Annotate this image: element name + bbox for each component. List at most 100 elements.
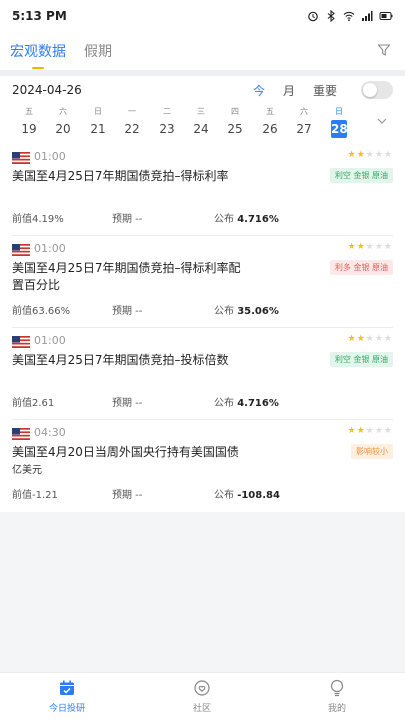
us-flag-icon (12, 244, 30, 256)
day-of-week: 二 (163, 107, 171, 116)
star-icon: ★★ (347, 242, 366, 252)
actual-value: 公布 4.716% (214, 210, 279, 225)
expected-value: 预期 -- (112, 214, 143, 225)
event-title-text: 美国至4月20日当周外国央行持有美国国债 (12, 445, 239, 459)
view-today[interactable]: 今 (253, 82, 265, 99)
day-of-week: 四 (231, 107, 239, 116)
calendar-view-switch: 今 月 重要 (253, 81, 393, 99)
star-icon: ★★ (347, 426, 366, 436)
star-icon: ★★★ (365, 334, 393, 344)
view-important[interactable]: 重要 (313, 82, 337, 99)
nav-today-research[interactable]: 今日投研 (27, 679, 107, 714)
day-of-week: 五 (25, 107, 33, 116)
actual-value: 公布 35.06% (214, 302, 279, 317)
nav-community[interactable]: 社区 (162, 679, 242, 714)
event-time: 04:30 (34, 426, 66, 439)
day-cell[interactable]: 四 25 (222, 106, 248, 138)
actual-label: 公布 (214, 214, 234, 225)
day-number: 21 (90, 122, 106, 136)
filter-icon[interactable] (377, 43, 391, 57)
actual-label: 公布 (214, 398, 234, 409)
list-item[interactable]: 01:00 ★★★★★ 美国至4月25日7年期国债竞拍–投标倍数 利空 金银 原… (12, 328, 393, 420)
list-item[interactable]: 01:00 ★★★★★ 美国至4月25日7年期国债竞拍–得标利率 利空 金银 原… (12, 144, 393, 236)
importance-stars: ★★★★★ (348, 242, 393, 252)
calendar-check-icon (60, 680, 74, 695)
event-time: 01:00 (34, 242, 66, 255)
bottom-nav: 今日投研 社区 我的 (0, 672, 405, 720)
list-item[interactable]: 01:00 ★★★★★ 美国至4月25日7年期国债竞拍–得标利率配置百分比 利多… (12, 236, 393, 328)
importance-stars: ★★★★★ (348, 426, 393, 436)
day-number: 22 (124, 122, 140, 136)
us-flag-icon (12, 336, 30, 348)
day-of-week: 六 (300, 107, 308, 116)
heart-chat-icon (194, 680, 210, 696)
day-cell[interactable]: 六 20 (50, 106, 76, 138)
star-icon: ★★★ (365, 242, 393, 252)
day-number: 20 (55, 122, 71, 136)
day-cell[interactable]: 五 26 (257, 106, 283, 138)
chevron-down-icon[interactable] (377, 116, 387, 126)
day-of-week: 五 (266, 107, 274, 116)
day-of-week: 三 (197, 107, 205, 116)
star-icon: ★★ (347, 334, 366, 344)
day-cell[interactable]: 三 24 (188, 106, 214, 138)
impact-tag: 影响较小 (351, 444, 393, 459)
status-bar: 5:13 PM (0, 0, 405, 32)
actual-value: 公布 -108.84 (214, 486, 280, 501)
importance-stars: ★★★★★ (348, 334, 393, 344)
expected-value: 预期 -- (112, 398, 143, 409)
impact-tag: 利空 金银 原油 (329, 168, 393, 183)
expected-value: 预期 -- (112, 306, 143, 317)
nav-label: 今日投研 (48, 704, 85, 714)
nav-mine[interactable]: 我的 (297, 679, 377, 714)
actual-number: 4.716% (237, 214, 279, 225)
day-cell-selected[interactable]: 日 28 (326, 106, 352, 138)
status-time: 5:13 PM (12, 9, 67, 23)
calendar-header: 2024-04-26 今 月 重要 (0, 76, 405, 104)
tab-macro-data[interactable]: 宏观数据 (10, 41, 66, 61)
day-cell[interactable]: 一 22 (119, 106, 145, 138)
actual-number: -108.84 (237, 490, 280, 501)
bluetooth-icon (327, 10, 335, 22)
day-number: 24 (193, 122, 209, 136)
event-time: 01:00 (34, 334, 66, 347)
top-tabs: 宏观数据 假期 (0, 32, 405, 70)
impact-tag: 利多 金银 原油 (329, 260, 393, 275)
day-number: 28 (331, 120, 348, 138)
tab-holidays[interactable]: 假期 (84, 41, 112, 61)
actual-label: 公布 (214, 490, 234, 501)
previous-value: 前值4.19% (12, 214, 64, 225)
event-title: 美国至4月25日7年期国债竞拍–投标倍数 (12, 353, 229, 367)
impact-tag: 利空 金银 原油 (329, 352, 393, 367)
importance-stars: ★★★★★ (348, 150, 393, 160)
us-flag-icon (12, 152, 30, 164)
status-icons (307, 10, 393, 22)
event-title: 美国至4月25日7年期国债竞拍–得标利率 (12, 169, 229, 183)
day-of-week: 日 (94, 107, 102, 116)
current-date[interactable]: 2024-04-26 (12, 83, 82, 97)
previous-value: 前值-1.21 (12, 490, 58, 501)
previous-value: 前值63.66% (12, 306, 71, 317)
star-icon: ★★ (347, 150, 366, 160)
previous-value: 前值2.61 (12, 398, 55, 409)
alarm-icon (308, 11, 318, 22)
list-item[interactable]: 04:30 ★★★★★ 美国至4月20日当周外国央行持有美国国债 亿美元 影响较… (12, 420, 393, 512)
day-cell[interactable]: 日 21 (85, 106, 111, 138)
day-number: 27 (296, 122, 312, 136)
us-flag-icon (12, 428, 30, 440)
day-cell[interactable]: 六 27 (291, 106, 317, 138)
star-icon: ★★★ (365, 426, 393, 436)
day-cell[interactable]: 二 23 (154, 106, 180, 138)
day-number: 23 (159, 122, 175, 136)
day-cell[interactable]: 五 19 (16, 106, 42, 138)
event-title: 美国至4月20日当周外国央行持有美国国债 亿美元 (12, 444, 252, 479)
expected-value: 预期 -- (112, 490, 143, 501)
day-number: 25 (227, 122, 243, 136)
star-icon: ★★★ (365, 150, 393, 160)
user-icon (330, 679, 344, 697)
view-month[interactable]: 月 (283, 82, 295, 99)
day-of-week: 日 (335, 107, 343, 116)
important-toggle[interactable] (361, 81, 393, 99)
day-number: 19 (21, 122, 37, 136)
day-of-week: 六 (59, 107, 67, 116)
